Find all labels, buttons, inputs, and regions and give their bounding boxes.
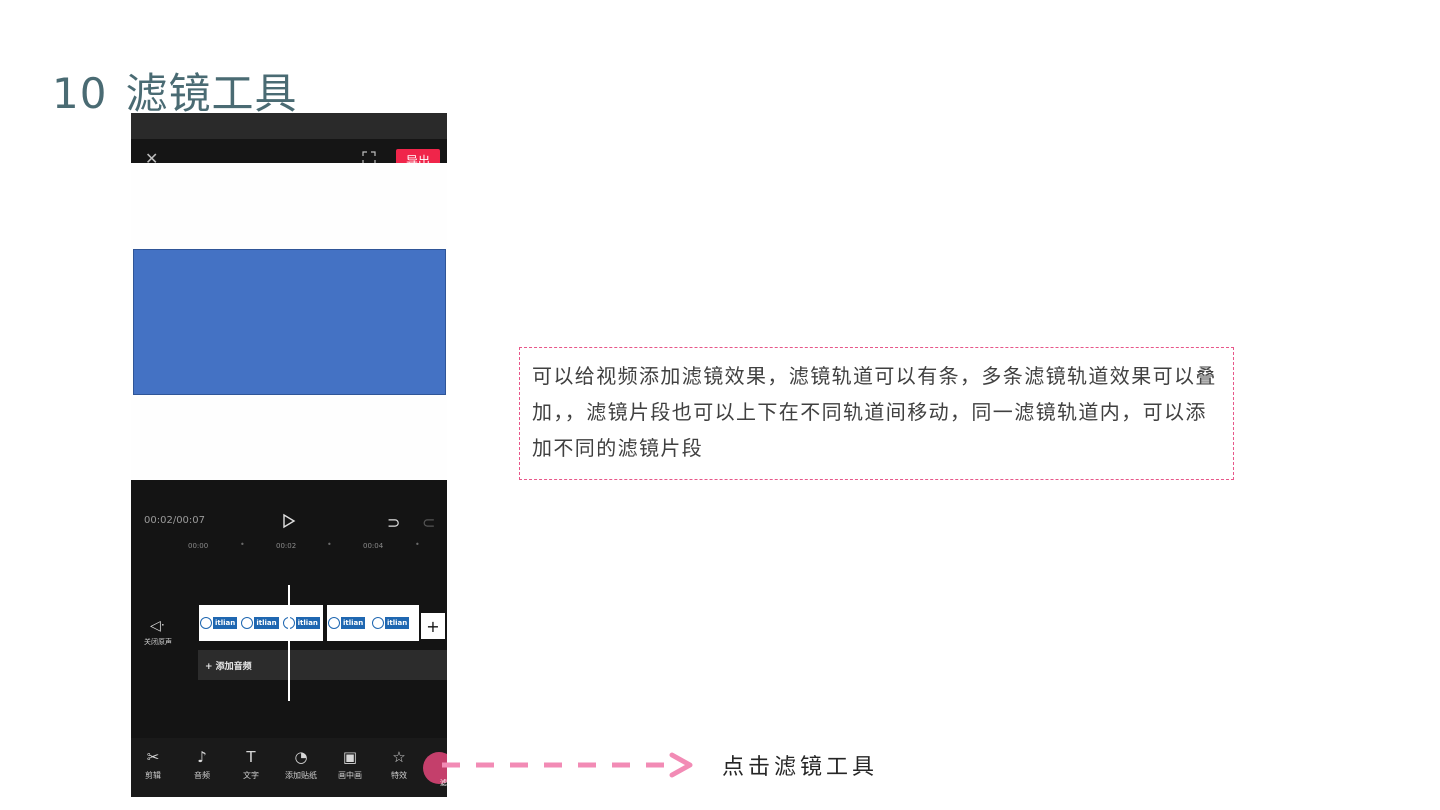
logo-icon — [328, 617, 340, 629]
ruler-dot: • — [240, 540, 245, 549]
tool-label: 文字 — [243, 771, 259, 780]
ruler-dot: • — [415, 540, 420, 549]
phone-screenshot: ✕ 导出 00:02/00:07 ⊃ ⊂ 00:00 • 00:02 • 00:… — [131, 113, 447, 797]
sticker-icon: ◔ — [294, 748, 308, 766]
timeline-editor: 00:02/00:07 ⊃ ⊂ 00:00 • 00:02 • 00:04 • … — [131, 480, 447, 738]
text-icon: T — [246, 748, 256, 766]
video-preview — [131, 163, 447, 480]
clip-brand-text: itlian — [254, 617, 279, 629]
slide-title-text: 滤镜工具 — [125, 69, 298, 118]
ruler-tick: 00:00 — [188, 542, 209, 550]
ruler-tick: 00:04 — [363, 542, 384, 550]
logo-icon — [200, 617, 212, 629]
add-audio-button[interactable]: + 添加音频 — [198, 650, 447, 680]
clip-thumbnail: itlian — [328, 610, 370, 636]
add-clip-button[interactable]: + — [421, 613, 445, 639]
picture-in-picture-icon: ▣ — [342, 748, 358, 766]
video-clip[interactable]: itlian itlian — [327, 605, 419, 641]
redo-icon[interactable]: ⊂ — [422, 513, 435, 532]
mute-original-label[interactable]: 关闭原声 — [144, 637, 172, 647]
ruler-dot: • — [327, 540, 332, 549]
play-icon[interactable] — [282, 513, 296, 529]
pointer-arrow-icon — [442, 752, 693, 778]
callout-text: 可以给视频添加滤镜效果，滤镜轨道可以有条，多条滤镜轨道效果可以叠加，，滤镜片段也… — [532, 364, 1217, 460]
effects-icon: ☆ — [392, 748, 406, 766]
video-clip[interactable]: itlian itlian itlian — [199, 605, 323, 641]
slide-title: 10 滤镜工具 — [52, 60, 297, 121]
tool-sticker[interactable]: ◔ 添加贴纸 — [279, 748, 323, 781]
ruler-tick: 00:02 — [276, 542, 297, 550]
tool-audio[interactable]: ♪ 音频 — [180, 748, 224, 781]
tool-pip[interactable]: ▣ 画中画 — [328, 748, 372, 781]
undo-icon[interactable]: ⊃ — [387, 513, 400, 532]
tool-label: 特效 — [391, 771, 407, 780]
clip-thumbnail: itlian — [200, 610, 239, 636]
tool-label: 添加贴纸 — [285, 771, 317, 780]
time-readout: 00:02/00:07 — [144, 515, 206, 526]
click-filter-instruction: 点击滤镜工具 — [722, 755, 879, 780]
logo-icon — [241, 617, 254, 629]
logo-icon — [372, 617, 384, 629]
clip-thumbnail: itlian — [372, 610, 414, 636]
playhead[interactable] — [288, 585, 290, 701]
status-bar — [131, 113, 447, 139]
tool-effects[interactable]: ☆ 特效 — [377, 748, 421, 781]
clip-thumbnail: itlian — [241, 610, 280, 636]
clip-brand-text: itlian — [385, 617, 410, 629]
speaker-icon[interactable]: ◁ᐧ — [150, 618, 164, 634]
tool-label: 画中画 — [338, 771, 362, 780]
clip-brand-text: itlian — [341, 617, 366, 629]
explanation-callout: 可以给视频添加滤镜效果，滤镜轨道可以有条，多条滤镜轨道效果可以叠加，，滤镜片段也… — [519, 347, 1234, 480]
slide-number: 10 — [52, 69, 108, 118]
bottom-toolbar: ✂ 剪辑 ♪ 音频 T 文字 ◔ 添加贴纸 ▣ 画中画 ☆ 特效 滤 — [131, 738, 447, 797]
tool-cut[interactable]: ✂ 剪辑 — [131, 748, 175, 781]
tool-label: 剪辑 — [145, 771, 161, 780]
clip-brand-text: itlian — [213, 617, 238, 629]
tool-label: 音频 — [194, 771, 210, 780]
clip-brand-text: itlian — [295, 617, 320, 629]
tool-text[interactable]: T 文字 — [229, 748, 273, 781]
preview-content-box — [133, 249, 446, 395]
music-note-icon: ♪ — [197, 748, 207, 766]
scissors-icon: ✂ — [146, 748, 160, 766]
